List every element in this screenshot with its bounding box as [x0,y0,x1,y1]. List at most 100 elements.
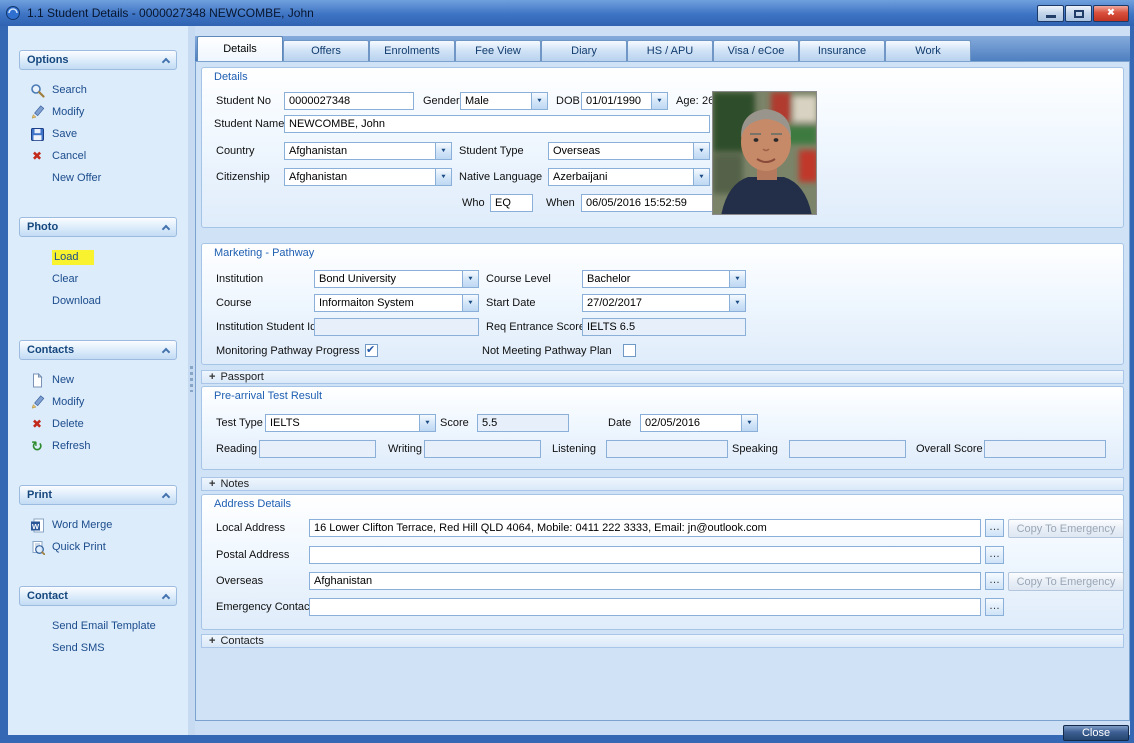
sidebar-item-modify[interactable]: Modify [19,101,177,123]
sidebar-item-contacts-modify[interactable]: Modify [19,391,177,413]
sidebar-item-cancel[interactable]: Cancel [19,145,177,167]
close-window-button[interactable] [1093,5,1129,22]
minimize-button[interactable] [1037,5,1064,22]
course-level-dropdown[interactable]: Bachelor [582,270,746,288]
emergency-contact-ellipsis-button[interactable]: … [985,598,1004,616]
dropdown-arrow-icon[interactable] [651,93,667,109]
country-value: Afghanistan [285,143,435,159]
sidebar-item-clear[interactable]: Clear [19,268,177,290]
tab-work[interactable]: Work [885,40,971,61]
tab-fee-view[interactable]: Fee View [455,40,541,61]
test-date-dropdown[interactable]: 02/05/2016 [640,414,758,432]
sidebar-item-label: Save [52,128,77,140]
sidebar-item-download[interactable]: Download [19,290,177,312]
gender-dropdown[interactable]: Male [460,92,548,110]
tab-diary[interactable]: Diary [541,40,627,61]
overseas-address-input[interactable]: Afghanistan [309,572,981,590]
tab-visa-ecoe[interactable]: Visa / eCoe [713,40,799,61]
photo-panel-header[interactable]: Photo [19,217,177,237]
tab-enrolments[interactable]: Enrolments [369,40,455,61]
dropdown-arrow-icon[interactable] [741,415,757,431]
dropdown-arrow-icon[interactable] [729,271,745,287]
dropdown-arrow-icon[interactable] [462,295,478,311]
overall-score-input[interactable] [984,440,1106,458]
sidebar-item-label: Search [52,84,87,96]
passport-section-bar[interactable]: + Passport [201,370,1124,384]
student-no-input[interactable]: 0000027348 [284,92,414,110]
when-input[interactable]: 06/05/2016 15:52:59 [581,194,713,212]
expand-icon: + [209,636,215,646]
sidebar-item-send-email-template[interactable]: Send Email Template [19,615,177,637]
local-address-input[interactable]: 16 Lower Clifton Terrace, Red Hill QLD 4… [309,519,981,537]
local-address-ellipsis-button[interactable]: … [985,519,1004,537]
print-panel-items: W Word Merge Quick Print [19,505,177,558]
test-type-dropdown[interactable]: IELTS [265,414,436,432]
student-name-input[interactable]: NEWCOMBE, John [284,115,710,133]
sidebar-item-word-merge[interactable]: W Word Merge [19,514,177,536]
dropdown-arrow-icon[interactable] [419,415,435,431]
sidebar-item-load[interactable]: Load [19,246,177,268]
dropdown-arrow-icon[interactable] [462,271,478,287]
notes-section-bar[interactable]: + Notes [201,477,1124,491]
student-no-label: Student No [216,95,271,107]
copy-overseas-to-emergency-button[interactable]: Copy To Emergency [1008,572,1124,591]
speaking-input[interactable] [789,440,906,458]
close-button[interactable]: Close [1063,725,1129,741]
emergency-contact-input[interactable] [309,598,981,616]
listening-input[interactable] [606,440,728,458]
test-date-value: 02/05/2016 [641,415,741,431]
options-panel-header[interactable]: Options [19,50,177,70]
sidebar-item-label: Clear [52,273,78,285]
postal-address-input[interactable] [309,546,981,564]
dropdown-arrow-icon[interactable] [693,169,709,185]
monitoring-pathway-checkbox[interactable] [365,344,378,357]
dropdown-arrow-icon[interactable] [435,169,451,185]
citizenship-dropdown[interactable]: Afghanistan [284,168,452,186]
maximize-button[interactable] [1065,5,1092,22]
reading-input[interactable] [259,440,376,458]
dropdown-arrow-icon[interactable] [729,295,745,311]
sidebar-splitter[interactable] [188,26,195,735]
tab-details[interactable]: Details [197,36,283,61]
native-language-dropdown[interactable]: Azerbaijani [548,168,710,186]
options-panel: Options Search Modify Save Can [19,50,177,189]
dropdown-arrow-icon[interactable] [435,143,451,159]
course-dropdown[interactable]: Informaiton System [314,294,479,312]
req-entrance-score-input[interactable]: IELTS 6.5 [582,318,746,336]
start-date-dropdown[interactable]: 27/02/2017 [582,294,746,312]
sidebar-item-contacts-new[interactable]: New [19,369,177,391]
institution-student-id-input[interactable] [314,318,479,336]
dropdown-arrow-icon[interactable] [693,143,709,159]
sidebar-item-search[interactable]: Search [19,79,177,101]
modify-icon [29,105,45,120]
copy-local-to-emergency-button[interactable]: Copy To Emergency [1008,519,1124,538]
contacts-section-bar[interactable]: + Contacts [201,634,1124,648]
sidebar-item-contacts-delete[interactable]: Delete [19,413,177,435]
score-input[interactable]: 5.5 [477,414,569,432]
contact-panel-header[interactable]: Contact [19,586,177,606]
sidebar-item-contacts-refresh[interactable]: Refresh [19,435,177,457]
overseas-address-ellipsis-button[interactable]: … [985,572,1004,590]
sidebar-item-label: Modify [52,396,84,408]
sidebar-item-quick-print[interactable]: Quick Print [19,536,177,558]
not-meeting-pathway-checkbox[interactable] [623,344,636,357]
course-level-label: Course Level [486,273,551,285]
sidebar-item-send-sms[interactable]: Send SMS [19,637,177,659]
who-input[interactable]: EQ [490,194,533,212]
sidebar-item-new-offer[interactable]: New Offer [19,167,177,189]
print-panel-header[interactable]: Print [19,485,177,505]
writing-input[interactable] [424,440,541,458]
dob-dropdown[interactable]: 01/01/1990 [581,92,668,110]
student-type-dropdown[interactable]: Overseas [548,142,710,160]
tab-insurance[interactable]: Insurance [799,40,885,61]
institution-dropdown[interactable]: Bond University [314,270,479,288]
postal-address-ellipsis-button[interactable]: … [985,546,1004,564]
reading-label: Reading [216,443,257,455]
tab-offers[interactable]: Offers [283,40,369,61]
contacts-panel-header[interactable]: Contacts [19,340,177,360]
tab-hs-apu[interactable]: HS / APU [627,40,713,61]
dropdown-arrow-icon[interactable] [531,93,547,109]
panel-title: Contact [27,590,68,602]
country-dropdown[interactable]: Afghanistan [284,142,452,160]
sidebar-item-save[interactable]: Save [19,123,177,145]
